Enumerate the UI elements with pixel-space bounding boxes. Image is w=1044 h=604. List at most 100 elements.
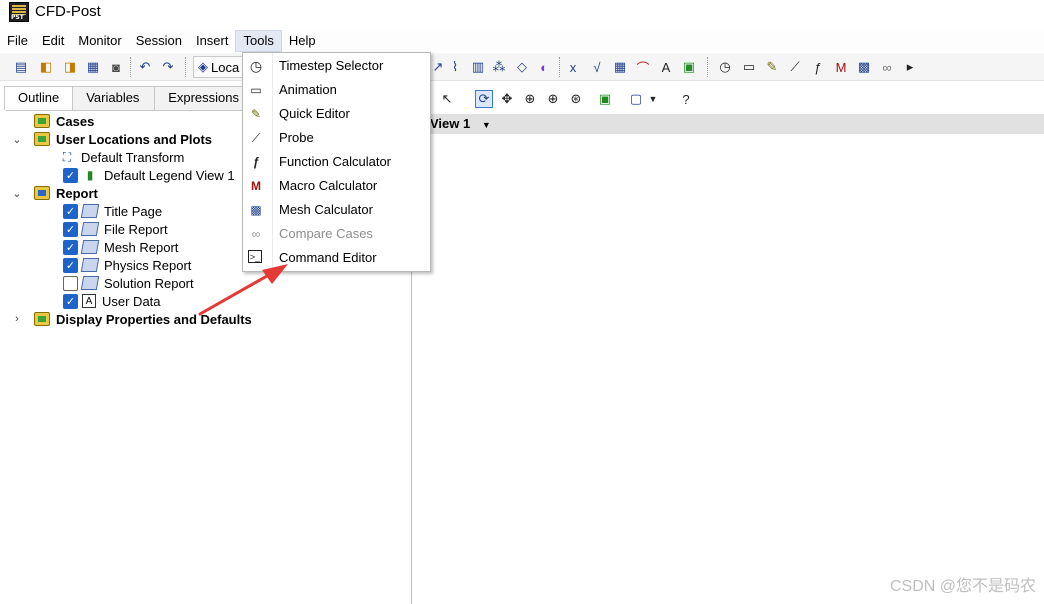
tree-item-file-report[interactable]: ✓ File Report [63,220,168,238]
pan-icon[interactable]: ✥ [498,90,516,108]
chart-icon[interactable]: ⌒ [634,58,652,76]
physics-report-checkbox[interactable]: ✓ [63,257,78,273]
probe-toolbar-icon[interactable]: ⟋ [786,58,804,76]
load-state-icon[interactable]: ▤ [12,58,30,76]
tree-item-display-properties[interactable]: Display Properties and Defaults [34,310,252,328]
expand-display-properties-icon[interactable]: › [12,310,22,328]
menu-file[interactable]: File [0,30,35,52]
title-page-checkbox[interactable]: ✓ [63,203,78,219]
zoom-fit-icon[interactable]: ⊛ [567,90,585,108]
macro-calculator-icon[interactable]: M [832,58,850,76]
zoom-box-icon[interactable]: ⊕ [544,90,562,108]
collapse-report-icon[interactable]: ⌄ [12,184,22,202]
mesh-calculator-icon[interactable]: ▩ [855,58,873,76]
fit-view-icon[interactable]: ▣ [596,90,614,108]
redo-icon[interactable]: ↷ [159,58,177,76]
undo-icon[interactable]: ↶ [136,58,154,76]
menu-item-function-calculator[interactable]: ƒ Function Calculator [243,150,430,174]
menu-item-mesh-calculator[interactable]: ▩ Mesh Calculator [243,198,430,222]
color-map-icon[interactable]: ◐ [535,58,553,76]
report-item-icon [80,239,100,255]
expression-icon[interactable]: √ [588,58,606,76]
tools-menu: ◷ Timestep Selector ▭ Animation ✎ Quick … [242,52,431,272]
variable-icon[interactable]: x [564,58,582,76]
menu-item-macro-calculator[interactable]: M Macro Calculator [243,174,430,198]
terminal-icon: >_ [248,250,262,263]
menu-item-command-editor[interactable]: >_ Command Editor [243,246,430,270]
vector-icon[interactable]: ↗ [429,58,447,76]
menu-item-animation[interactable]: ▭ Animation [243,78,430,102]
mesh-report-checkbox[interactable]: ✓ [63,239,78,255]
figure-icon[interactable]: ▣ [680,58,698,76]
save-state-icon[interactable]: ◨ [61,58,79,76]
watermark: CSDN @您不是码农 [889,578,1036,595]
camera-icon[interactable]: ◙ [107,58,125,76]
particle-track-icon[interactable]: ⁂ [490,58,508,76]
quick-editor-toolbar-icon[interactable]: ✎ [763,58,781,76]
text-icon[interactable]: A [657,58,675,76]
menu-edit[interactable]: Edit [35,30,71,52]
function-icon: ƒ [252,155,260,169]
volume-render-icon[interactable]: ◇ [513,58,531,76]
zoom-icon[interactable]: ⊕ [521,90,539,108]
panel-tabs: Outline Variables Expressions [4,86,249,110]
tree-item-report[interactable]: Report [34,184,98,202]
tree-item-default-legend[interactable]: ✓ ▮ Default Legend View 1 [63,166,235,184]
compare-cases-icon[interactable]: ∞ [878,58,896,76]
menu-item-timestep-selector[interactable]: ◷ Timestep Selector [243,54,430,78]
function-calculator-icon[interactable]: ƒ [809,58,827,76]
load-results-icon[interactable]: ◧ [37,58,55,76]
menu-monitor[interactable]: Monitor [71,30,128,52]
streamline-icon[interactable]: ⌇ [446,58,464,76]
menu-session[interactable]: Session [129,30,189,52]
tree-item-title-page[interactable]: ✓ Title Page [63,202,162,220]
menu-help[interactable]: Help [282,30,323,52]
macro-icon: M [251,179,261,193]
menu-item-probe[interactable]: ⟋ Probe [243,126,430,150]
tree-item-physics-report[interactable]: ✓ Physics Report [63,256,191,274]
legend-checkbox[interactable]: ✓ [63,167,78,183]
viewport-layout-icon[interactable]: ▢ [627,90,645,108]
menu-insert[interactable]: Insert [189,30,236,52]
command-editor-icon[interactable]: ▸ [901,58,919,76]
help-icon[interactable]: ? [677,90,695,108]
save-project-icon[interactable]: ▦ [84,58,102,76]
user-data-checkbox[interactable]: ✓ [63,293,78,309]
transform-icon: ⛶ [62,149,72,164]
location-button[interactable]: ◈ Loca [193,56,245,78]
probe-icon: ⟋ [251,130,261,145]
tab-expressions[interactable]: Expressions [154,86,249,110]
solution-report-checkbox[interactable] [63,275,78,291]
compare-icon: ∞ [251,227,261,241]
report-folder-icon [34,185,50,201]
menu-tools[interactable]: Tools [235,30,282,52]
menu-item-quick-editor[interactable]: ✎ Quick Editor [243,102,430,126]
viewer-area: ↖ ⟳ ✥ ⊕ ⊕ ⊛ ▣ ▢ ▼ ? View 1 ▼ [422,82,1044,604]
collapse-user-locations-icon[interactable]: ⌄ [12,130,22,148]
tree-item-solution-report[interactable]: Solution Report [63,274,194,292]
menu-item-compare-cases[interactable]: ∞ Compare Cases [243,222,430,246]
view-dropdown-icon[interactable]: ▼ [482,120,491,130]
tree-item-user-data[interactable]: ✓ A User Data [63,292,161,310]
rotate-icon[interactable]: ⟳ [475,90,493,108]
text-data-icon: A [82,294,96,308]
tree-item-user-locations[interactable]: User Locations and Plots [34,130,212,148]
layout-dropdown-icon[interactable]: ▼ [644,90,662,108]
tree-item-cases[interactable]: Cases [34,112,94,130]
timestep-icon[interactable]: ◷ [716,58,734,76]
table-icon[interactable]: ▦ [611,58,629,76]
clock-icon: ◷ [249,57,263,74]
viewer-toolbar: ↖ ⟳ ✥ ⊕ ⊕ ⊛ ▣ ▢ ▼ ? [422,86,1044,112]
select-icon[interactable]: ↖ [438,90,456,108]
tree-item-default-transform[interactable]: ⛶ Default Transform [59,148,185,166]
animation-icon[interactable]: ▭ [740,58,758,76]
tree-item-mesh-report[interactable]: ✓ Mesh Report [63,238,178,256]
view-header[interactable]: View 1 ▼ [422,114,1044,134]
file-report-checkbox[interactable]: ✓ [63,221,78,237]
tab-variables[interactable]: Variables [72,86,156,110]
tab-outline[interactable]: Outline [4,86,74,110]
report-item-icon [80,203,100,219]
contour-icon[interactable]: ▥ [469,58,487,76]
cases-icon [34,113,50,129]
main-toolbar: ▤ ◧ ◨ ▦ ◙ ↶ ↷ ◈ Loca ↗ ⌇ ▥ ⁂ ◇ ◐ x √ ▦ ⌒… [0,53,1044,81]
